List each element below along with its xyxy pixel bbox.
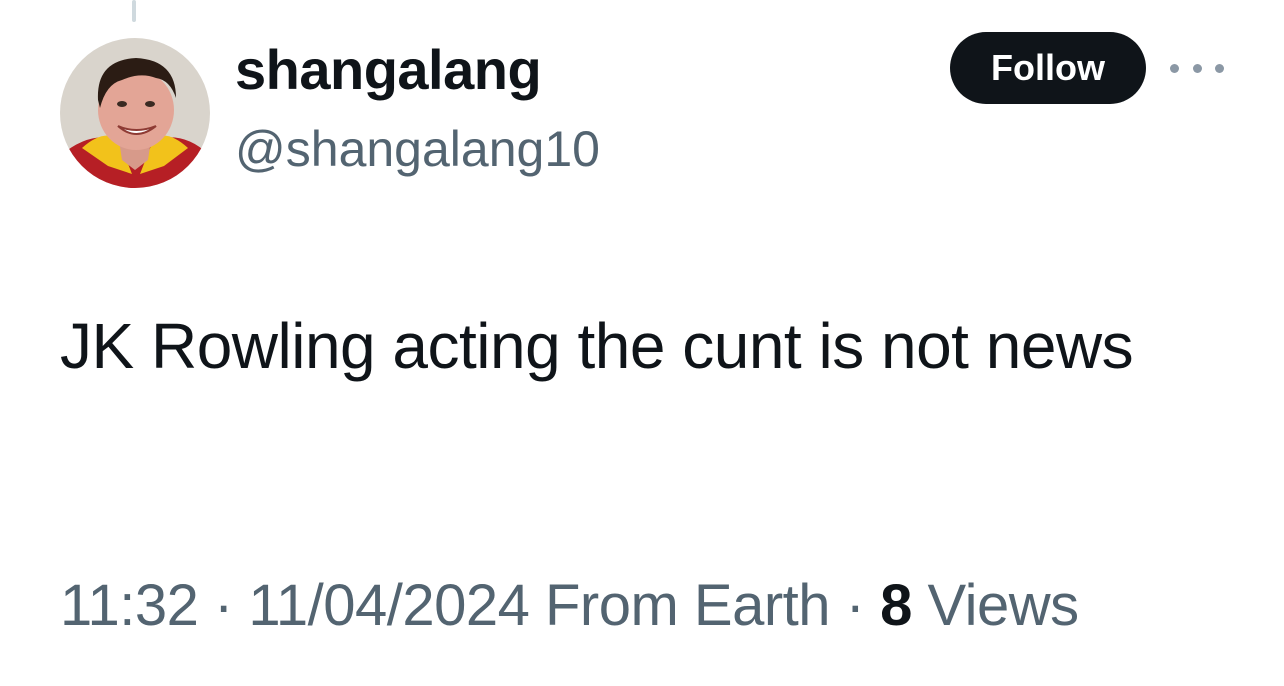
display-name[interactable]: shangalang (235, 34, 542, 106)
profile-photo-icon (60, 38, 210, 188)
meta-separator: · (830, 573, 881, 638)
tweet-text: JK Rowling acting the cunt is not news (60, 310, 1134, 382)
tweet-time[interactable]: 11:32 (60, 573, 199, 638)
user-handle[interactable]: @shangalang10 (235, 114, 600, 184)
views-count: 8 (880, 573, 912, 638)
more-options-icon[interactable] (1170, 58, 1224, 78)
views-label: Views (927, 573, 1080, 638)
meta-separator: · (198, 573, 249, 638)
dot-icon (1170, 63, 1179, 73)
tweet-source: From Earth (545, 573, 831, 638)
dot-icon (1215, 63, 1224, 73)
follow-button[interactable]: Follow (950, 32, 1146, 104)
avatar[interactable] (60, 38, 210, 188)
tweet-metadata: 11:32 · 11/04/2024 From Earth · 8 Views (60, 568, 1079, 644)
thread-connector-line (132, 0, 136, 22)
dot-icon (1192, 63, 1202, 73)
tweet-date[interactable]: 11/04/2024 (248, 573, 529, 638)
